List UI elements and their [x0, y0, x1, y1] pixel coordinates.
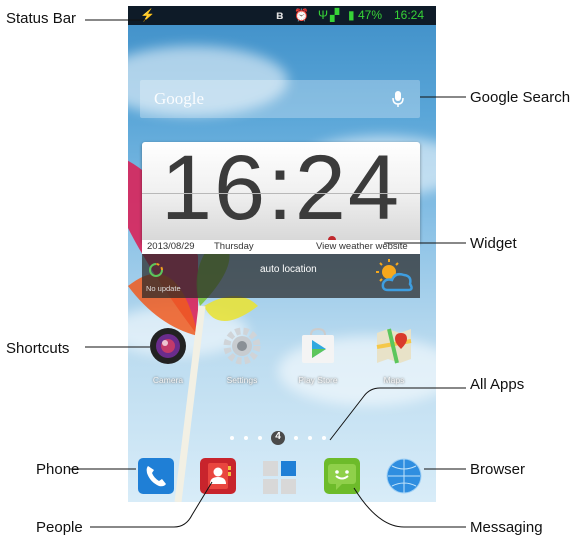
- weather-website-link[interactable]: View weather website: [316, 241, 408, 252]
- signal-icon: ▞: [330, 8, 340, 22]
- shortcut-play-store[interactable]: Play Store: [288, 327, 348, 385]
- weather-sun-cloud-icon: [376, 259, 413, 292]
- phone-home-screen: ⚡ ʙ ⏰ Ψ ▞ ▮ 47% 16:24 Google 16:24 2013/…: [128, 6, 436, 502]
- battery-icon: ▮: [348, 8, 355, 22]
- shortcut-label: Play Store: [298, 375, 338, 385]
- callout-messaging: Messaging: [470, 519, 543, 536]
- callout-browser: Browser: [470, 461, 526, 478]
- page-indicator[interactable]: [228, 430, 338, 446]
- settings-icon: [223, 327, 261, 365]
- refresh-icon[interactable]: [148, 262, 164, 278]
- callout-shortcuts: Shortcuts: [6, 340, 70, 357]
- camera-icon: [150, 328, 186, 364]
- callout-phone: Phone: [36, 461, 80, 478]
- play-store-icon: [302, 327, 334, 363]
- shortcut-label: Settings: [226, 375, 258, 385]
- shortcut-label: Maps: [383, 375, 405, 385]
- battery-percent: 47%: [358, 8, 383, 22]
- date-line: 2013/08/29 Thursday View weather website: [142, 240, 420, 254]
- weather-location: auto location: [260, 264, 317, 275]
- dock-people[interactable]: [200, 458, 236, 494]
- callout-google-search: Google Search: [470, 89, 571, 106]
- dock-browser[interactable]: [386, 458, 422, 494]
- weather-panel[interactable]: No update auto location: [142, 254, 420, 298]
- status-bar[interactable]: ⚡ ʙ ⏰ Ψ ▞ ▮ 47% 16:24: [128, 6, 436, 25]
- clock-widget[interactable]: 16:24: [142, 137, 420, 244]
- callout-status-bar: Status Bar: [6, 10, 77, 27]
- usb-icon: ⚡: [140, 8, 155, 22]
- messaging-icon: [328, 464, 356, 490]
- microphone-icon[interactable]: [388, 89, 408, 109]
- callout-people: People: [36, 519, 83, 536]
- callout-all-apps: All Apps: [470, 376, 525, 393]
- wifi-icon: Ψ: [318, 8, 329, 22]
- phone-icon: [146, 466, 166, 487]
- weather-update-status: No update: [146, 284, 181, 293]
- google-search-bar[interactable]: Google: [140, 80, 420, 118]
- clock-day: Thursday: [214, 241, 254, 252]
- alarm-icon: ⏰: [294, 8, 309, 22]
- shortcut-maps[interactable]: Maps: [364, 327, 424, 385]
- dock-all-apps[interactable]: [262, 458, 298, 494]
- status-time: 16:24: [394, 8, 425, 22]
- clock-time: 16:24: [160, 137, 402, 239]
- google-logo: Google: [154, 89, 205, 108]
- shortcut-label: Camera: [152, 375, 184, 385]
- clock-divider: [142, 193, 420, 194]
- browser-icon: [386, 458, 422, 494]
- people-icon: [208, 463, 231, 489]
- dock-phone[interactable]: [138, 458, 174, 494]
- page-indicator-current: 4: [275, 431, 281, 442]
- shortcut-camera[interactable]: Camera: [138, 327, 198, 385]
- clock-date: 2013/08/29: [147, 241, 195, 252]
- shortcut-settings[interactable]: Settings: [212, 327, 272, 385]
- dock-messaging[interactable]: [324, 458, 360, 494]
- bluetooth-icon: ʙ: [276, 8, 284, 22]
- callout-widget: Widget: [470, 235, 517, 252]
- all-apps-icon: [263, 461, 296, 494]
- maps-icon: [376, 328, 412, 364]
